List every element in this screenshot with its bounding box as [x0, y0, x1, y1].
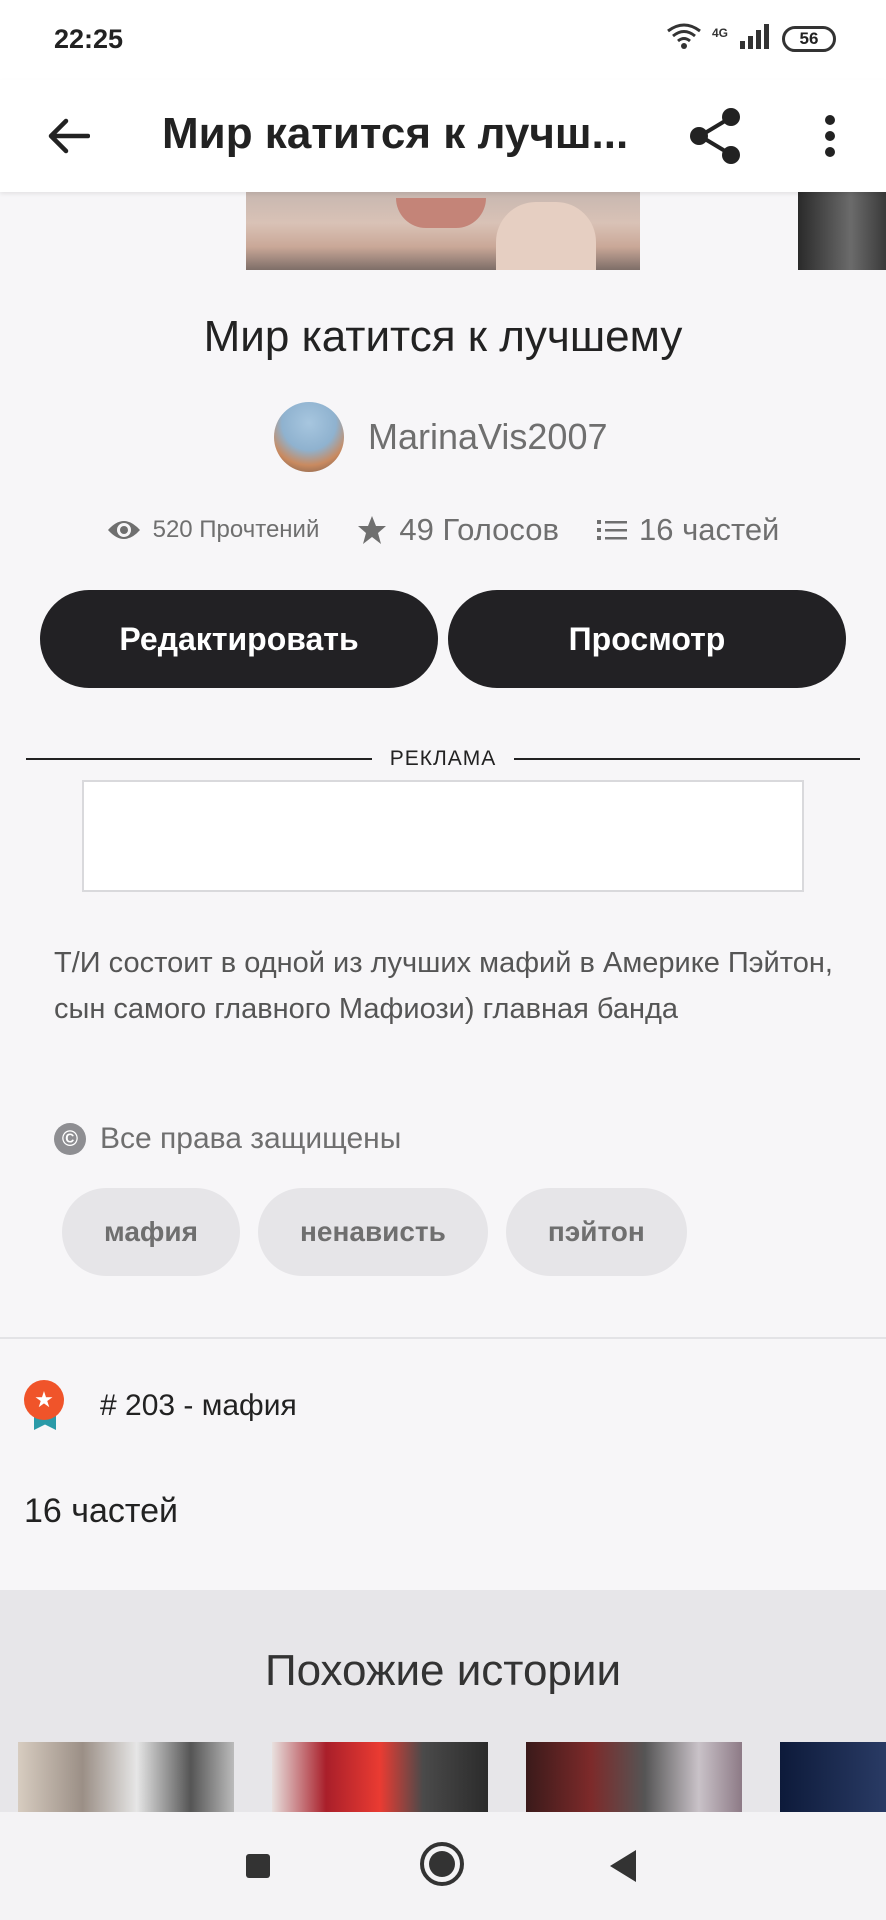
copyright-text: Все права защищены [100, 1122, 402, 1155]
section-divider [0, 1337, 886, 1339]
share-button[interactable] [682, 102, 750, 170]
divider-line [26, 758, 372, 760]
status-icons: 4G 56 [666, 22, 836, 55]
network-type: 4G [711, 25, 728, 40]
cover-carousel[interactable] [0, 192, 886, 270]
tag-chip[interactable]: мафия [62, 1188, 240, 1276]
story-description: Т/И состоит в одной из лучших мафий в Ам… [54, 947, 833, 1025]
parts-count-stat: 16 частей [638, 512, 780, 547]
system-back-icon[interactable] [610, 1850, 636, 1882]
tag-chip[interactable]: ненависть [257, 1188, 488, 1276]
action-buttons: Редактировать Просмотр [40, 590, 846, 688]
app-title: Мир катится к лучш... [162, 109, 629, 158]
similar-stories-section: Похожие истории [0, 1590, 886, 1830]
parts-header[interactable]: 16 частей [24, 1492, 178, 1531]
votes-stat: 49 Голосов [357, 512, 559, 548]
status-bar: 22:25 4G 56 [0, 0, 886, 80]
ad-label: РЕКЛАМА [389, 747, 497, 770]
story-title: Мир катится к лучшему [203, 312, 683, 361]
copyright-icon: © [54, 1123, 86, 1155]
battery-icon: 56 [782, 25, 836, 52]
ranking-row[interactable]: ★ # 203 - мафия [24, 1380, 297, 1432]
recent-apps-icon[interactable] [246, 1854, 270, 1878]
similar-stories-title: Похожие истории [264, 1646, 622, 1695]
reads-count: 520 Прочтений [152, 516, 320, 543]
author-avatar[interactable] [274, 402, 344, 472]
list-icon [596, 520, 627, 540]
signal-icon [738, 23, 772, 54]
home-icon[interactable] [420, 1842, 464, 1886]
reads-stat: 520 Прочтений [107, 516, 320, 544]
story-cover-image[interactable] [246, 192, 640, 270]
author-name[interactable]: MarinaVis2007 [368, 416, 607, 458]
divider-line [514, 758, 861, 760]
parts-stat: 16 частей [596, 512, 780, 548]
ranking-text[interactable]: # 203 - мафия [100, 1389, 297, 1423]
back-button[interactable] [36, 104, 100, 168]
tag-chip[interactable]: пэйтон [505, 1188, 687, 1276]
status-time: 22:25 [54, 24, 124, 54]
author-link[interactable]: MarinaVis2007 [274, 402, 607, 472]
more-vert-icon [825, 115, 835, 157]
system-nav-bar [0, 1812, 886, 1920]
share-icon [690, 108, 740, 164]
ad-banner[interactable] [82, 780, 804, 892]
medal-icon: ★ [24, 1380, 64, 1432]
copyright-row: © Все права защищены [54, 1122, 401, 1156]
story-stats: 520 Прочтений 49 Голосов 16 частей [0, 512, 886, 548]
eye-icon [107, 521, 140, 539]
view-button[interactable]: Просмотр [448, 590, 846, 688]
more-options-button[interactable] [800, 102, 860, 170]
app-bar: Мир катится к лучш... [0, 80, 886, 192]
wifi-icon [666, 22, 702, 55]
votes-count: 49 Голосов [399, 512, 559, 547]
ad-label-row: РЕКЛАМА [26, 744, 861, 774]
tag-list: мафия ненависть пэйтон [62, 1188, 687, 1276]
edit-button[interactable]: Редактировать [40, 590, 438, 688]
star-icon [358, 516, 387, 544]
next-cover-image[interactable] [798, 192, 886, 270]
back-arrow-icon [48, 118, 90, 154]
